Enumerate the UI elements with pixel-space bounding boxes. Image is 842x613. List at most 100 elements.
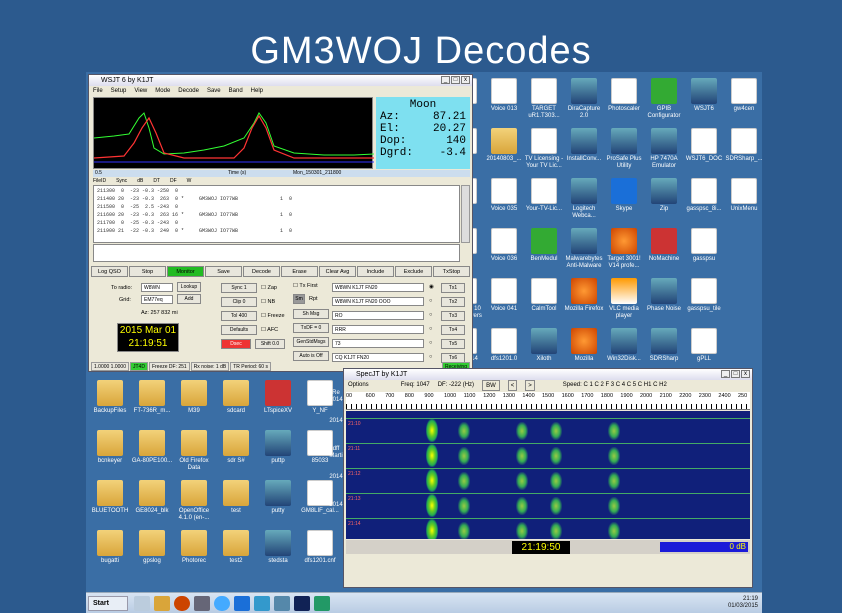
menu-mode[interactable]: Mode — [155, 86, 170, 96]
close-icon[interactable]: x — [461, 76, 470, 84]
tx2-button[interactable]: Tx2 — [441, 297, 465, 307]
genstdmsgs-button[interactable]: GenStdMsgs — [293, 337, 329, 347]
auto-is-off-button[interactable]: Auto is Off — [293, 351, 329, 361]
maximize-icon[interactable]: □ — [451, 76, 460, 84]
window-title: WSJT 6 by K1JT — [101, 77, 154, 84]
tol-spinner[interactable]: Tol 400 — [221, 311, 257, 321]
wsjt-titlebar[interactable]: WSJT 6 by K1JT _ □ x — [89, 75, 472, 86]
start-button[interactable]: Start — [88, 596, 128, 611]
desktop-icon[interactable]: gasspsu_tile — [678, 278, 730, 313]
desktop-icon[interactable]: UnixMenu — [718, 178, 762, 213]
show-desktop-icon[interactable] — [134, 596, 150, 611]
tx-radio-2[interactable]: ○ — [429, 298, 432, 304]
tx-message-1[interactable]: W8WN K1JT FN20 — [332, 283, 424, 292]
menu-setup[interactable]: Setup — [111, 86, 127, 96]
stop-button[interactable]: Stop — [129, 266, 166, 277]
sync-spinner[interactable]: Sync 1 — [221, 283, 257, 293]
freeze-checkbox[interactable]: ☐ Freeze — [261, 313, 285, 319]
monitor-button[interactable]: Monitor — [167, 266, 204, 277]
decode-list[interactable]: 211300 0 -23 -0.3 -250 0 211400 20 -23 -0… — [93, 185, 460, 243]
tx-first-checkbox[interactable]: ☐ Tx First — [293, 283, 318, 289]
tx-radio-6[interactable]: ○ — [429, 354, 432, 360]
desktop-icon[interactable]: SDRSharp_... — [718, 128, 762, 163]
explorer-icon[interactable] — [154, 596, 170, 611]
afc-checkbox[interactable]: ☐ AFC — [261, 327, 278, 333]
menu-view[interactable]: View — [134, 86, 147, 96]
to-radio-input[interactable]: W8WN — [141, 283, 173, 292]
desktop-icon[interactable]: gasspsu — [678, 228, 730, 263]
bw-button[interactable]: BW — [482, 380, 500, 391]
file-icon — [531, 78, 557, 104]
tx4-button[interactable]: Tx4 — [441, 325, 465, 335]
specjt-taskbar-icon[interactable] — [294, 596, 310, 611]
txdf-0-button[interactable]: TxDF = 0 — [293, 323, 329, 333]
clip-spinner[interactable]: Clip 0 — [221, 297, 257, 307]
wsjt-taskbar-icon[interactable] — [314, 596, 330, 611]
desktop-icon[interactable]: gPLL — [678, 328, 730, 363]
decode-line[interactable]: 211700 0 -25 -0.3 -243 0 — [97, 219, 456, 227]
minimize-icon[interactable]: _ — [721, 370, 730, 378]
decode-line[interactable]: 211400 20 -23 -0.3 263 0 * GM3WOJ IO77WB… — [97, 195, 456, 203]
tx-message-5[interactable]: 73 — [332, 339, 424, 348]
maximize-icon[interactable]: □ — [731, 370, 740, 378]
close-icon[interactable]: x — [741, 370, 750, 378]
specjt-titlebar[interactable]: SpecJT by K1JT _ □ x — [344, 369, 752, 380]
shield-icon[interactable] — [254, 596, 270, 611]
erase-button[interactable]: Erase — [281, 266, 318, 277]
speed-options[interactable]: Speed: C 1 C 2 F 3 C 4 C 5 C H1 C H2 — [563, 380, 667, 391]
minimize-icon[interactable]: _ — [441, 76, 450, 84]
save-button[interactable]: Save — [205, 266, 242, 277]
decode-scrollbar[interactable] — [461, 185, 470, 243]
options-menu[interactable]: Options — [348, 380, 369, 391]
include-button[interactable]: Include — [357, 266, 394, 277]
tx-radio-3[interactable]: ○ — [429, 312, 432, 318]
decode-button[interactable]: Decode — [243, 266, 280, 277]
menu-file[interactable]: File — [93, 86, 103, 96]
menu-help[interactable]: Help — [251, 86, 263, 96]
desktop-icon[interactable]: dfs1201.cnf — [294, 530, 346, 565]
defaults-button[interactable]: Defaults — [221, 325, 257, 335]
nb-checkbox[interactable]: ☐ NB — [261, 299, 275, 305]
desktop-icon[interactable]: GM8LIF_cal... — [294, 480, 346, 515]
tx-message-4[interactable]: RRR — [332, 325, 424, 334]
webcam-icon[interactable] — [214, 596, 230, 611]
dsec-button[interactable]: Dsec — [221, 339, 251, 349]
tx-message-3[interactable]: RO — [332, 311, 424, 320]
sm-button[interactable]: Sm — [293, 294, 305, 304]
tool-icon[interactable] — [194, 596, 210, 611]
tx-message-2[interactable]: W8WN K1JT FN20 OOO — [332, 297, 424, 306]
shift-button[interactable]: Shift 0.0 — [255, 339, 285, 349]
decode-line[interactable]: 211300 0 -23 -0.3 -250 0 — [97, 187, 456, 195]
menu-save[interactable]: Save — [207, 86, 221, 96]
tx1-button[interactable]: Tx1 — [441, 283, 465, 293]
tx3-button[interactable]: Tx3 — [441, 311, 465, 321]
tx-message-6[interactable]: CQ K1JT FN20 — [332, 353, 424, 362]
menu-decode[interactable]: Decode — [178, 86, 199, 96]
grid-input[interactable]: EM77eq — [141, 295, 173, 304]
menu-band[interactable]: Band — [229, 86, 243, 96]
clear-avg-button[interactable]: Clear Avg — [319, 266, 356, 277]
decode-line[interactable]: 211600 20 -23 -0.3 263 16 * GM3WOJ IO77W… — [97, 211, 456, 219]
tx5-button[interactable]: Tx5 — [441, 339, 465, 349]
add-button[interactable]: Add — [177, 294, 201, 304]
tx-radio-1[interactable]: ◉ — [429, 284, 434, 290]
status-field: 1.0000 1.0000 — [91, 362, 129, 371]
desktop-icon[interactable]: gw4cen — [718, 78, 762, 113]
decode-list-average[interactable] — [93, 244, 460, 262]
log-qso-button[interactable]: Log QSO — [91, 266, 128, 277]
tx-radio-5[interactable]: ○ — [429, 340, 432, 346]
decode-line[interactable]: 211900 21 -22 -0.3 249 0 * GM3WOJ IO77WB… — [97, 227, 456, 235]
zoom-left-icon[interactable]: < — [507, 380, 518, 391]
decode-line[interactable]: 211500 0 -25 2.5 -243 0 — [97, 203, 456, 211]
system-clock[interactable]: 21:19 01/03/2015 — [728, 596, 758, 610]
zap-checkbox[interactable]: ☐ Zap — [261, 285, 277, 291]
sh-msg-button[interactable]: Sh Msg — [293, 309, 329, 319]
window-icon[interactable] — [274, 596, 290, 611]
tx-radio-4[interactable]: ○ — [429, 326, 432, 332]
zoom-right-icon[interactable]: > — [525, 380, 535, 391]
txstop-button[interactable]: TxStop — [433, 266, 470, 277]
skype-icon[interactable] — [234, 596, 250, 611]
exclude-button[interactable]: Exclude — [395, 266, 432, 277]
lookup-button[interactable]: Lookup — [177, 282, 201, 292]
firefox-icon[interactable] — [174, 596, 190, 611]
